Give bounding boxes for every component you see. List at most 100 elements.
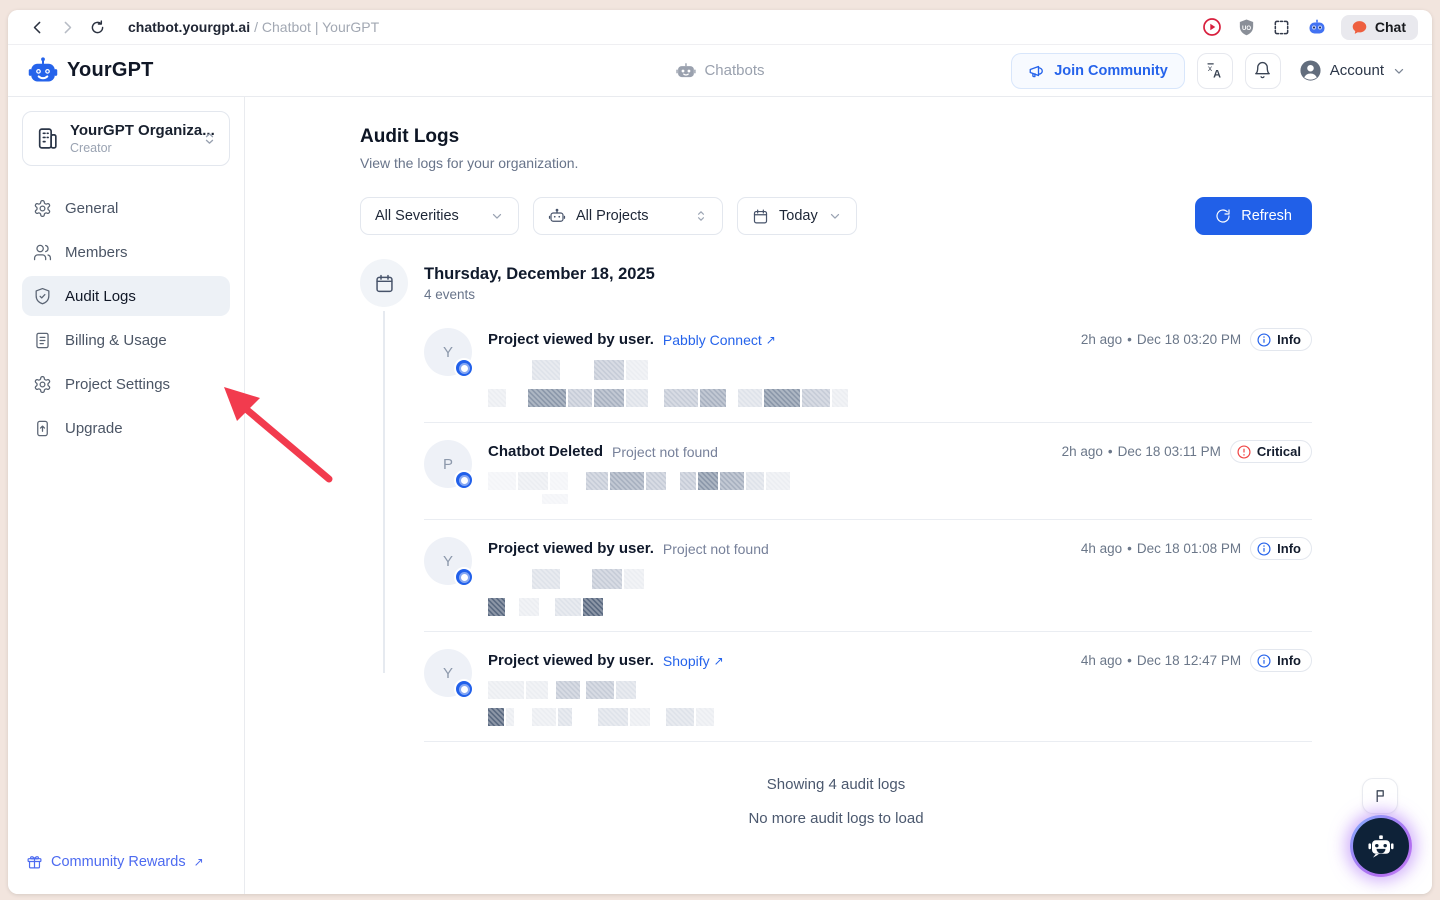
back-button[interactable] [22, 13, 52, 41]
info-icon [1256, 541, 1272, 557]
sidebar-item-label: Upgrade [65, 420, 123, 437]
svg-text:x: x [1208, 63, 1213, 73]
info-icon [1256, 332, 1272, 348]
translate-icon: x A [1205, 61, 1224, 80]
url-bar[interactable]: chatbot.yourgpt.ai / Chatbot | YourGPT [128, 19, 379, 35]
audit-log-row[interactable]: P Chatbot Deleted Project not found 2h a… [424, 423, 1312, 520]
reload-button[interactable] [82, 13, 112, 41]
gear-icon [33, 199, 52, 218]
audit-log-row[interactable]: Y Project viewed by user. Shopify ↗ [424, 632, 1312, 742]
severity-filter[interactable]: All Severities [360, 197, 519, 235]
avatar: Y [424, 328, 472, 376]
calendar-icon [374, 273, 395, 294]
chevron-down-icon [490, 209, 504, 223]
forward-icon [59, 19, 76, 36]
yourgpt-logo-icon [28, 56, 58, 86]
chevron-down-icon [1392, 64, 1406, 78]
sidebar-item-project-settings[interactable]: Project Settings [22, 364, 230, 404]
shield-extension-icon[interactable]: UO [1236, 16, 1258, 38]
chatbots-icon [675, 60, 696, 81]
svg-text:A: A [1213, 69, 1221, 80]
avatar: Y [424, 537, 472, 585]
severity-label: Info [1277, 541, 1301, 556]
audit-timeline: Thursday, December 18, 2025 4 events Y [360, 259, 1312, 827]
timeline-line [383, 309, 385, 673]
log-time: 4h ago•Dec 18 01:08 PM [1081, 541, 1241, 556]
avatar-icon [1299, 59, 1322, 82]
redacted-text [488, 598, 1312, 616]
nav-chatbots-label: Chatbots [704, 62, 764, 79]
join-community-label: Join Community [1054, 63, 1168, 79]
org-switcher[interactable]: YourGPT Organiza... Creator [22, 111, 230, 166]
severity-label: Info [1277, 332, 1301, 347]
severity-badge-info: Info [1250, 328, 1312, 351]
record-extension-icon[interactable] [1201, 16, 1223, 38]
timeline-day-icon [360, 259, 408, 307]
fullscreen-extension-icon[interactable] [1271, 16, 1293, 38]
chevron-down-icon [828, 209, 842, 223]
chevron-updown-icon [202, 131, 217, 146]
avatar: Y [424, 649, 472, 697]
redacted-text [488, 708, 1312, 726]
sidebar-item-label: Billing & Usage [65, 332, 167, 349]
browser-source-badge [454, 470, 474, 490]
log-project-link[interactable]: Pabbly Connect ↗ [663, 332, 776, 348]
sidebar-item-general[interactable]: General [22, 188, 230, 228]
audit-log-row[interactable]: Y Project viewed by user. Pabbly Connect… [424, 311, 1312, 423]
join-community-button[interactable]: Join Community [1011, 53, 1185, 89]
timeline-event-count: 4 events [424, 287, 655, 302]
chevron-updown-icon [694, 209, 708, 223]
nav-chatbots[interactable]: Chatbots [675, 60, 764, 81]
account-label: Account [1330, 62, 1384, 79]
redacted-text [488, 389, 1312, 407]
log-link-label: Pabbly Connect [663, 332, 762, 348]
translate-button[interactable]: x A [1197, 53, 1233, 89]
sidebar-item-members[interactable]: Members [22, 232, 230, 272]
redacted-text [488, 681, 1312, 699]
severity-filter-value: All Severities [375, 208, 459, 224]
log-link-label: Shopify [663, 653, 710, 669]
chat-extension-button[interactable]: Chat [1341, 15, 1418, 40]
sidebar-item-label: Members [65, 244, 128, 261]
brand-logo[interactable]: YourGPT [28, 56, 154, 86]
account-menu[interactable]: Account [1293, 55, 1412, 86]
audit-log-row[interactable]: Y Project viewed by user. Project not fo… [424, 520, 1312, 632]
log-project-link[interactable]: Shopify ↗ [663, 653, 724, 669]
refresh-label: Refresh [1241, 208, 1292, 224]
chatbot-launcher-button[interactable] [1350, 815, 1412, 877]
upgrade-icon [33, 419, 52, 438]
severity-badge-info: Info [1250, 649, 1312, 672]
feedback-flag-button[interactable] [1362, 778, 1398, 814]
log-time: 4h ago•Dec 18 12:47 PM [1081, 653, 1241, 668]
sidebar-item-audit-logs[interactable]: Audit Logs [22, 276, 230, 316]
severity-label: Critical [1257, 444, 1301, 459]
sidebar-item-billing-usage[interactable]: Billing & Usage [22, 320, 230, 360]
page-title: Audit Logs [360, 126, 1312, 148]
shield-check-icon [33, 287, 52, 306]
project-filter[interactable]: All Projects [533, 197, 723, 235]
robot-extension-icon[interactable] [1306, 16, 1328, 38]
external-arrow-icon: ↗ [766, 333, 776, 347]
avatar-letter: Y [443, 665, 453, 682]
community-rewards-label: Community Rewards [51, 854, 186, 870]
log-time: 2h ago•Dec 18 03:20 PM [1081, 332, 1241, 347]
sidebar-item-upgrade[interactable]: Upgrade [22, 408, 230, 448]
chat-bubble-icon [1351, 19, 1368, 36]
date-filter[interactable]: Today [737, 197, 857, 235]
community-rewards-link[interactable]: Community Rewards ↗ [26, 853, 226, 870]
page-subtitle: View the logs for your organization. [360, 155, 1312, 171]
notifications-button[interactable] [1245, 53, 1281, 89]
log-title: Chatbot Deleted [488, 443, 603, 460]
showing-count-text: Showing 4 audit logs [360, 776, 1312, 793]
redacted-text [488, 472, 1312, 490]
users-icon [33, 243, 52, 262]
sidebar-item-label: Audit Logs [65, 288, 136, 305]
refresh-button[interactable]: Refresh [1195, 197, 1312, 235]
avatar-letter: P [443, 456, 453, 473]
gift-icon [26, 853, 43, 870]
redacted-text [488, 569, 1312, 589]
info-icon [1256, 653, 1272, 669]
forward-button[interactable] [52, 13, 82, 41]
back-icon [29, 19, 46, 36]
browser-source-badge [454, 679, 474, 699]
